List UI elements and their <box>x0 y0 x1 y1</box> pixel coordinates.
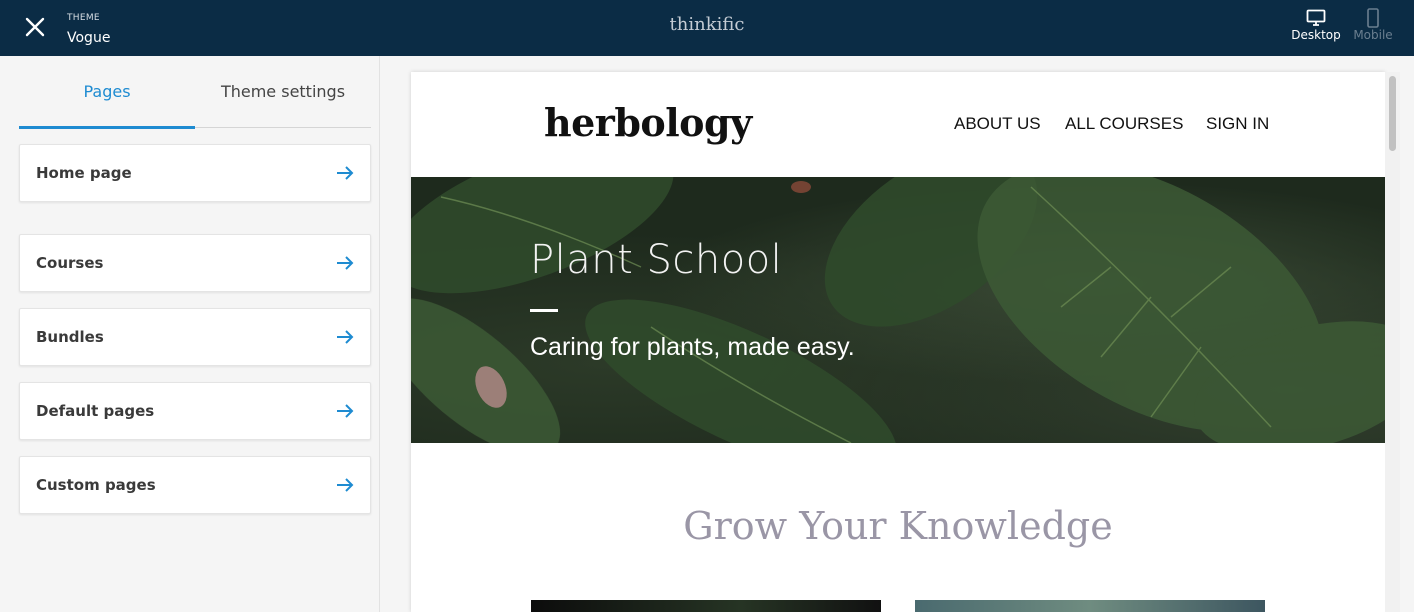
arrow-right-icon <box>336 478 354 492</box>
page-item-label: Courses <box>36 254 104 272</box>
theme-label: THEME <box>67 13 100 23</box>
page-item-label: Home page <box>36 164 132 182</box>
course-card-image[interactable] <box>531 600 881 612</box>
desktop-label: Desktop <box>1291 28 1341 42</box>
course-card-image[interactable] <box>915 600 1265 612</box>
hero-banner: Plant School Caring for plants, made eas… <box>411 177 1385 443</box>
hero-divider <box>530 309 558 312</box>
site-logo[interactable]: herbology <box>544 100 752 145</box>
arrow-right-icon <box>336 330 354 344</box>
page-item-bundles[interactable]: Bundles <box>19 308 371 366</box>
section-title: Grow Your Knowledge <box>683 504 1113 548</box>
nav-all-courses[interactable]: ALL COURSES <box>1065 114 1183 134</box>
page-item-label: Default pages <box>36 402 155 420</box>
page-item-courses[interactable]: Courses <box>19 234 371 292</box>
arrow-right-icon <box>336 166 354 180</box>
preview-scrollbar[interactable] <box>1385 72 1400 612</box>
page-item-home[interactable]: Home page <box>19 144 371 202</box>
nav-sign-in[interactable]: SIGN IN <box>1206 114 1269 134</box>
page-item-custom-pages[interactable]: Custom pages <box>19 456 371 514</box>
scrollbar-thumb[interactable] <box>1389 76 1396 151</box>
brand-logo: thinkific <box>669 14 745 35</box>
mobile-icon <box>1367 8 1379 28</box>
desktop-view-button[interactable]: Desktop <box>1288 8 1344 48</box>
site-preview[interactable]: herbology ABOUT US ALL COURSES SIGN IN P… <box>411 72 1385 612</box>
tab-theme-settings[interactable]: Theme settings <box>195 56 371 127</box>
mobile-label: Mobile <box>1353 28 1393 42</box>
nav-about-us[interactable]: ABOUT US <box>954 114 1041 134</box>
tab-pages[interactable]: Pages <box>19 56 195 129</box>
theme-name: Vogue <box>67 30 111 46</box>
hero-subtitle: Caring for plants, made easy. <box>530 333 855 361</box>
mobile-view-button[interactable]: Mobile <box>1345 8 1401 48</box>
close-icon <box>25 17 45 37</box>
page-item-label: Bundles <box>36 328 104 346</box>
arrow-right-icon <box>336 404 354 418</box>
preview-area: herbology ABOUT US ALL COURSES SIGN IN P… <box>381 56 1414 612</box>
page-item-default-pages[interactable]: Default pages <box>19 382 371 440</box>
desktop-icon <box>1306 9 1326 26</box>
hero-title: Plant School <box>530 237 783 283</box>
top-bar: THEME Vogue thinkific Desktop Mobile <box>0 0 1414 56</box>
page-item-label: Custom pages <box>36 476 156 494</box>
arrow-right-icon <box>336 256 354 270</box>
close-button[interactable] <box>20 12 50 42</box>
sidebar: Pages Theme settings Home page Courses B… <box>0 56 380 612</box>
sidebar-tabs: Pages Theme settings <box>19 56 371 129</box>
